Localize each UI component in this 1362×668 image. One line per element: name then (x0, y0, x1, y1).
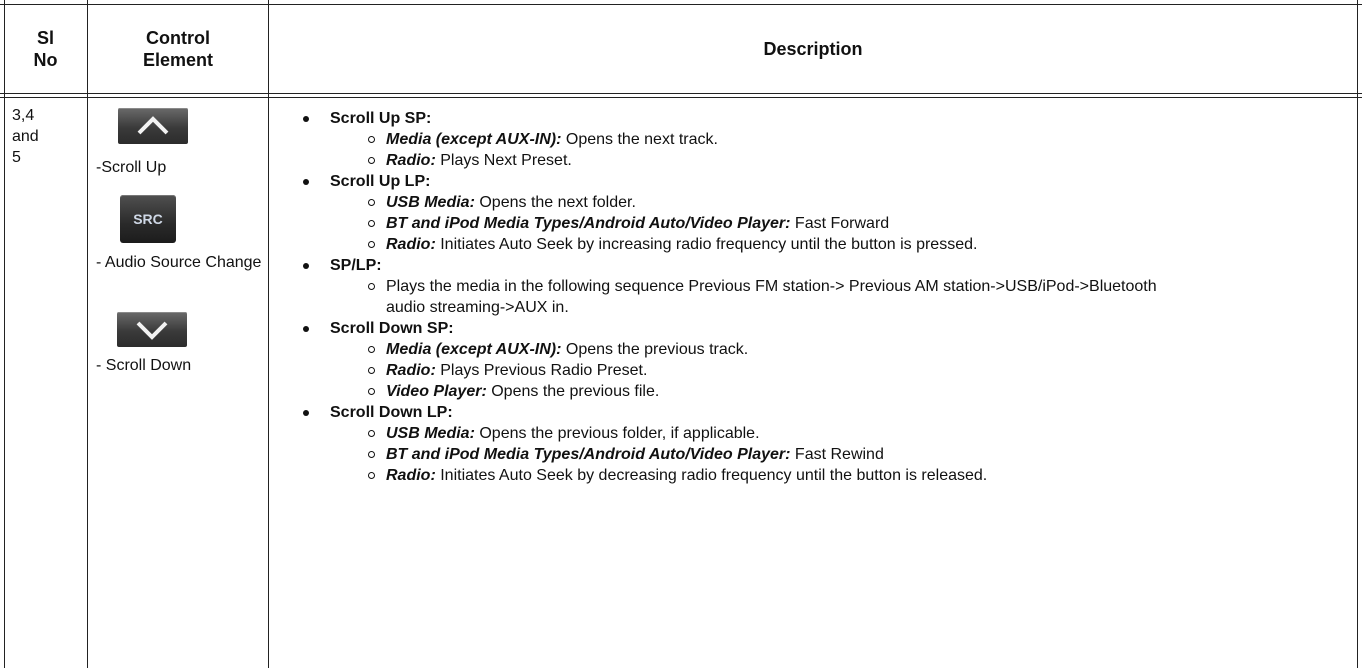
sub-bullet-item: BT and iPod Media Types/Android Auto/Vid… (303, 213, 1353, 234)
bullet-dot-icon (303, 179, 309, 185)
circle-bullet-icon (368, 283, 375, 290)
column-divider (268, 0, 269, 668)
control-label-scroll-up: -Scroll Up (96, 159, 167, 176)
bullet-dot-icon (303, 326, 309, 332)
circle-bullet-icon (368, 430, 375, 437)
sub-bullet-item: Media (except AUX-IN): Opens the next tr… (303, 129, 1353, 150)
sub-bullet-item: USB Media: Opens the next folder. (303, 192, 1353, 213)
sub-bullet-item: BT and iPod Media Types/Android Auto/Vid… (303, 444, 1353, 465)
sub-bullet-item: Radio: Plays Previous Radio Preset. (303, 360, 1353, 381)
chevron-down-icon (117, 312, 187, 347)
src-button-icon: SRC (120, 195, 176, 243)
table-border-left (4, 0, 5, 668)
circle-bullet-icon (368, 157, 375, 164)
sub-bullet-item: USB Media: Opens the previous folder, if… (303, 423, 1353, 444)
header-control-element: Control Element (142, 28, 214, 70)
header-divider (0, 97, 1362, 98)
circle-bullet-icon (368, 199, 375, 206)
sub-bullet-item: Radio: Initiates Auto Seek by increasing… (303, 234, 1353, 255)
circle-bullet-icon (368, 451, 375, 458)
circle-bullet-icon (368, 136, 375, 143)
sub-bullet-item: Video Player: Opens the previous file. (303, 381, 1353, 402)
header-description: Description (763, 39, 863, 59)
circle-bullet-icon (368, 367, 375, 374)
control-label-audio-source: - Audio Source Change (96, 254, 262, 271)
header-divider (0, 93, 1362, 94)
table-border-top (0, 4, 1362, 5)
chevron-up-icon (118, 108, 188, 144)
bullet-item: Scroll Down LP: (303, 402, 1353, 423)
circle-bullet-icon (368, 388, 375, 395)
column-divider (87, 0, 88, 668)
header-sl-no: Sl No (33, 28, 58, 70)
row-sl-no: 3,4 and 5 (12, 107, 39, 166)
bullet-item: Scroll Up LP: (303, 171, 1353, 192)
sub-bullet-item: Radio: Initiates Auto Seek by decreasing… (303, 465, 1353, 486)
bullet-item: Scroll Up SP: (303, 108, 1353, 129)
control-table: Sl No Control Element Description 3,4 an… (0, 0, 1362, 668)
circle-bullet-icon (368, 220, 375, 227)
sub-bullet-item: Radio: Plays Next Preset. (303, 150, 1353, 171)
sub-bullet-item: Plays the media in the following sequenc… (303, 276, 1181, 318)
bullet-item: Scroll Down SP: (303, 318, 1353, 339)
circle-bullet-icon (368, 241, 375, 248)
table-border-right (1357, 0, 1358, 668)
circle-bullet-icon (368, 472, 375, 479)
circle-bullet-icon (368, 346, 375, 353)
bullet-dot-icon (303, 410, 309, 416)
bullet-item: SP/LP: (303, 255, 1353, 276)
sub-bullet-item: Media (except AUX-IN): Opens the previou… (303, 339, 1353, 360)
bullet-dot-icon (303, 116, 309, 122)
control-label-scroll-down: - Scroll Down (96, 357, 192, 374)
description-list: Scroll Up SP: Media (except AUX-IN): Ope… (303, 108, 1353, 486)
bullet-dot-icon (303, 263, 309, 269)
